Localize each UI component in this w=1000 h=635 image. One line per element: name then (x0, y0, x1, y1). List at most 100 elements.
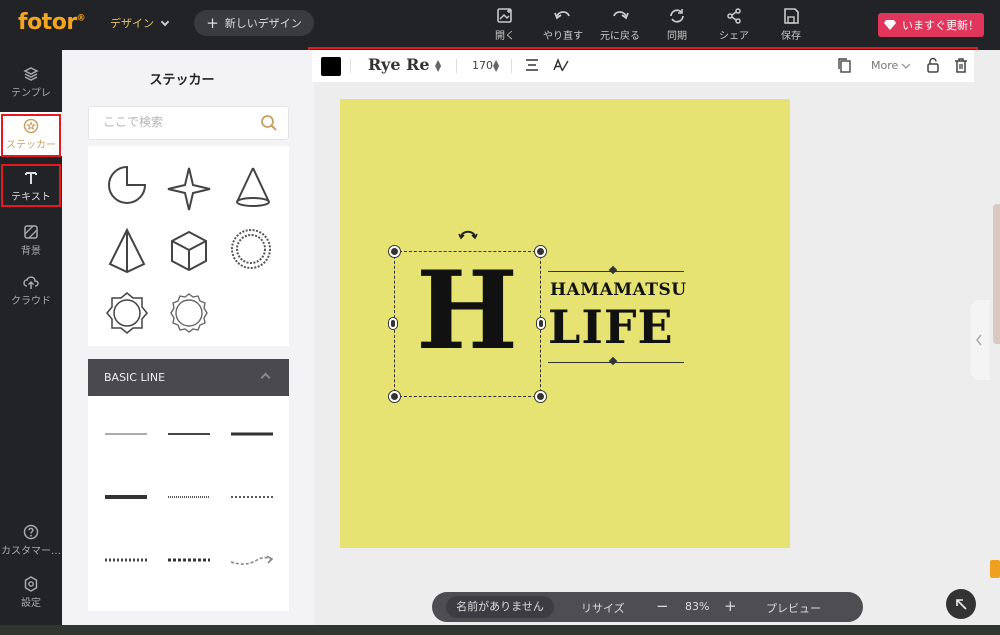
text-spacing-icon[interactable] (552, 57, 570, 73)
save-label: 保存 (781, 31, 801, 42)
line-medium-icon[interactable] (166, 423, 212, 445)
selection-box[interactable] (394, 251, 541, 397)
chevron-down-icon (160, 17, 170, 26)
annotation-box-2 (1, 164, 61, 207)
trash-icon[interactable] (953, 57, 969, 73)
design-menu-label: デザイン (110, 17, 154, 30)
redo-icon (613, 11, 629, 20)
rail-cloud-label: クラウド (11, 296, 51, 307)
resize-handle[interactable] (535, 391, 546, 402)
open-label: 開く (495, 31, 515, 42)
text-color-swatch[interactable] (321, 57, 341, 76)
chevron-up-icon (260, 372, 271, 383)
line-arrow-curve-icon[interactable] (229, 549, 275, 571)
align-icon[interactable] (525, 57, 539, 73)
line-grid (88, 396, 289, 611)
font-stepper-icon[interactable]: ▲ ▼ (435, 59, 441, 73)
rail-item-cloud[interactable]: クラウド (0, 274, 62, 308)
lock-icon[interactable] (925, 57, 941, 73)
panel-title: ステッカー (149, 73, 215, 88)
rotate-handle-icon[interactable] (458, 228, 478, 240)
rail-item-templates[interactable]: テンプレ (0, 66, 62, 102)
toolbar-divider (456, 59, 457, 73)
sticker-cone-icon[interactable] (228, 164, 278, 214)
rail-item-settings[interactable]: 設定 (0, 576, 62, 610)
sticker-panel: ステッカー BASIC LINE (62, 50, 314, 625)
basic-line-section-header[interactable]: BASIC LINE (88, 359, 289, 396)
design-menu[interactable]: デザイン (110, 15, 170, 31)
more-menu[interactable]: More (871, 59, 911, 72)
canvas-text-hamamatsu[interactable]: HAMAMATSU (550, 280, 687, 300)
settings-icon (24, 576, 38, 592)
line-bold-icon[interactable] (103, 486, 149, 508)
annotation-box-1 (1, 114, 61, 157)
toolbar-divider (350, 59, 351, 73)
font-family-select[interactable]: Rye Re (368, 55, 430, 74)
arrow-up-left-icon (956, 599, 967, 610)
line-thick-icon[interactable] (229, 423, 275, 445)
share-button[interactable]: シェア (706, 8, 762, 42)
background-icon (24, 225, 38, 239)
new-design-button[interactable]: + 新しいデザイン (194, 10, 314, 36)
sticker-star-icon[interactable] (164, 164, 214, 214)
search-icon[interactable] (260, 114, 278, 132)
sync-button[interactable]: 同期 (649, 8, 705, 42)
sync-icon (670, 9, 684, 23)
upgrade-button[interactable]: いますぐ更新！ (878, 13, 984, 37)
sticker-seal-icon[interactable] (164, 288, 214, 338)
chevron-down-icon (901, 63, 911, 69)
search-input[interactable] (103, 115, 253, 129)
fotor-logo[interactable]: fotor® (18, 10, 86, 35)
toolbar-divider (511, 59, 512, 73)
open-button[interactable]: 開く (477, 8, 533, 42)
resize-handle[interactable] (389, 391, 400, 402)
undo-label: やり直す (543, 31, 583, 42)
line-dotted-fine-icon[interactable] (166, 486, 212, 508)
bottom-bar: 名前がありません リサイズ − 83% + プレビュー (432, 592, 863, 622)
redo-button[interactable]: 元に戻る (592, 8, 648, 42)
save-button[interactable]: 保存 (763, 8, 819, 42)
sticker-pie-icon[interactable] (102, 162, 152, 212)
font-size-input[interactable]: 170 (472, 59, 493, 72)
preview-button[interactable]: プレビュー (766, 600, 821, 616)
zoom-out-button[interactable]: − (656, 597, 669, 615)
undo-button[interactable]: やり直す (535, 8, 591, 42)
document-name-field[interactable]: 名前がありません (446, 596, 554, 618)
upgrade-label: いますぐ更新！ (902, 19, 979, 32)
new-design-label: 新しいデザイン (224, 17, 302, 30)
resize-handle[interactable] (389, 246, 400, 257)
canvas-text-life[interactable]: LIFE (548, 300, 674, 354)
rail-item-support[interactable]: カスタマー… (0, 524, 62, 558)
section-title: BASIC LINE (104, 371, 166, 384)
chevron-left-icon (976, 334, 982, 346)
sticker-ring-icon[interactable] (226, 224, 276, 274)
side-panel-toggle[interactable] (970, 300, 990, 380)
save-icon (784, 8, 799, 24)
sticker-badge-icon[interactable] (102, 288, 152, 338)
share-icon (727, 8, 741, 24)
rail-templates-label: テンプレ (11, 88, 51, 99)
line-dotted-icon[interactable] (229, 486, 275, 508)
background-photo-strip (0, 625, 1000, 635)
sync-label: 同期 (667, 31, 687, 42)
line-dotted-bold-icon[interactable] (103, 549, 149, 571)
rail-settings-label: 設定 (21, 598, 41, 609)
line-thin-icon[interactable] (103, 423, 149, 445)
rail-item-background[interactable]: 背景 (0, 224, 62, 258)
sticker-search (88, 106, 289, 140)
undo-icon (554, 11, 570, 20)
duplicate-icon[interactable] (836, 57, 852, 73)
resize-handle[interactable] (389, 318, 397, 329)
expand-button[interactable] (946, 589, 976, 619)
resize-handle[interactable] (535, 246, 546, 257)
top-bar: fotor® デザイン + 新しいデザイン 開く やり直す 元に戻る 同期 シェ… (0, 0, 1000, 50)
size-stepper-icon[interactable]: ▲ ▼ (493, 59, 499, 73)
sticker-cube-icon[interactable] (164, 226, 214, 276)
plus-icon: + (206, 14, 219, 32)
resize-button[interactable]: リサイズ (581, 600, 625, 616)
resize-handle[interactable] (537, 318, 545, 329)
zoom-in-button[interactable]: + (724, 597, 737, 615)
sticker-pyramid-icon[interactable] (102, 226, 152, 276)
cloud-upload-icon (23, 276, 39, 289)
line-dashed-icon[interactable] (166, 549, 212, 571)
